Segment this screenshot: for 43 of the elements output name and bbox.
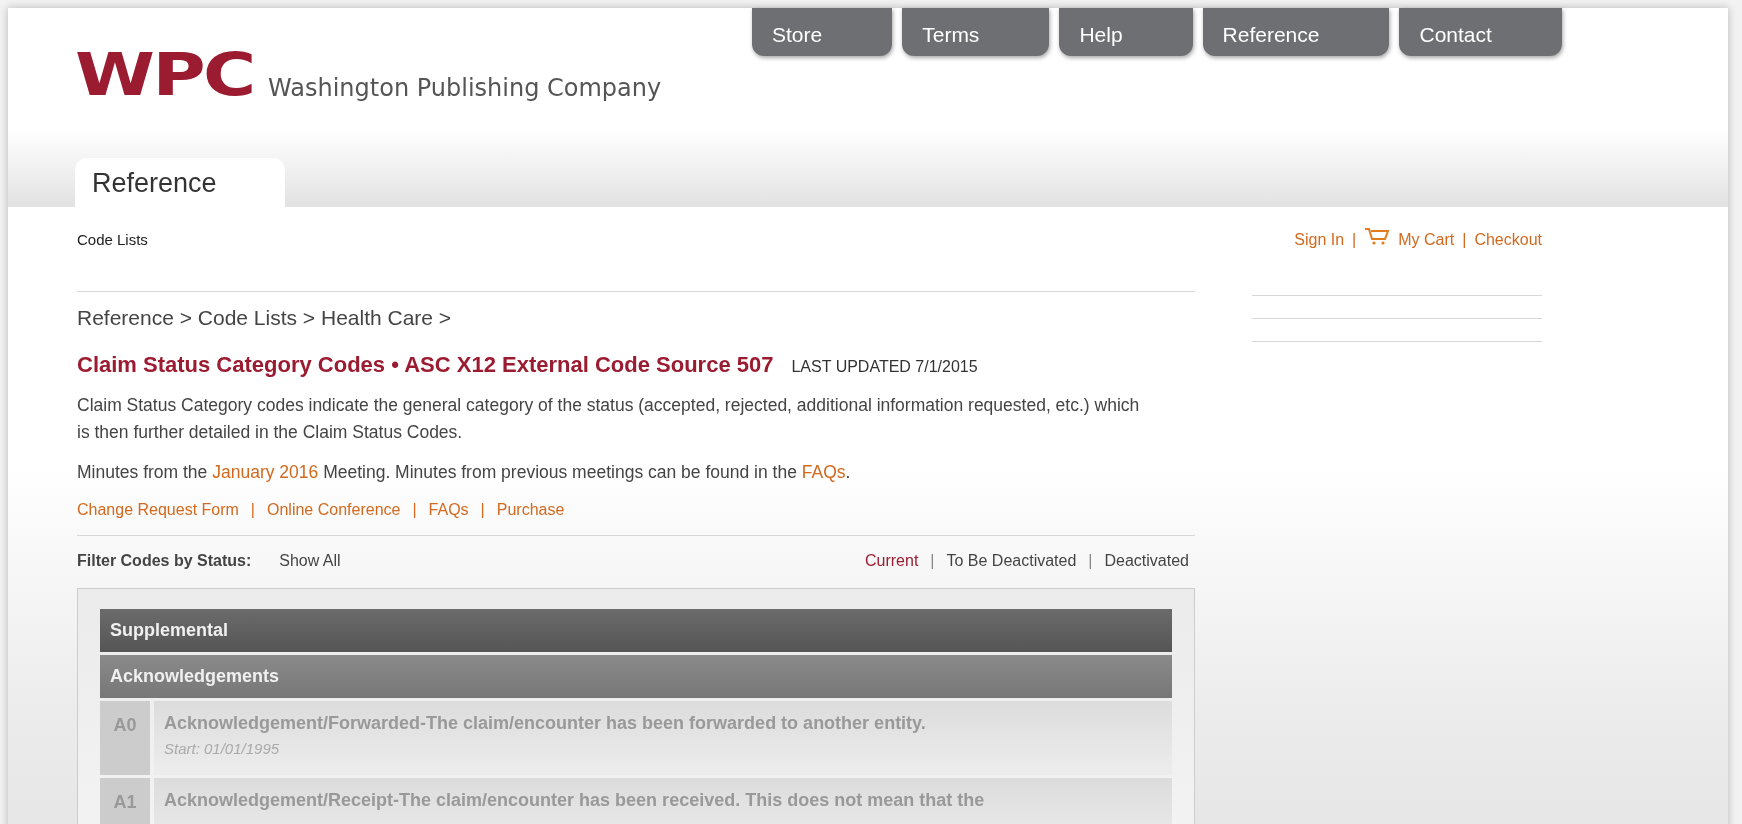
resource-link[interactable]: FAQs bbox=[428, 501, 469, 519]
separator: | bbox=[1088, 552, 1093, 570]
nav-tab[interactable]: Contact bbox=[1399, 8, 1562, 56]
group-header[interactable]: Supplemental bbox=[100, 609, 1172, 652]
status-filter-link[interactable]: Current bbox=[864, 552, 919, 570]
breadcrumb: Reference > Code Lists > Health Care > bbox=[77, 306, 453, 330]
nav-tab[interactable]: Help bbox=[1059, 8, 1193, 56]
minutes-link[interactable]: January 2016 bbox=[212, 462, 319, 482]
resource-link[interactable]: Online Conference bbox=[267, 501, 401, 519]
status-filter-link[interactable]: To Be Deactivated bbox=[946, 552, 1077, 570]
page-title: Claim Status Category Codes • ASC X12 External Code Source 507 bbox=[77, 352, 774, 378]
account-link[interactable]: My Cart bbox=[1398, 231, 1455, 249]
nav-tab[interactable]: Store bbox=[752, 8, 893, 56]
separator: | bbox=[1352, 231, 1357, 249]
show-all-link[interactable]: Show All bbox=[279, 552, 341, 570]
separator: | bbox=[1462, 231, 1467, 249]
separator: | bbox=[930, 552, 935, 570]
separator: | bbox=[412, 501, 417, 519]
logo-mark[interactable]: WPC bbox=[75, 46, 254, 104]
account-link[interactable]: Sign In bbox=[1294, 231, 1345, 249]
nav-tab[interactable]: Reference bbox=[1202, 8, 1390, 56]
subnav-link[interactable]: Code Lists bbox=[77, 207, 1195, 261]
account-link[interactable]: Checkout bbox=[1474, 231, 1542, 249]
section-tab[interactable]: Reference bbox=[75, 158, 285, 207]
code-description: Acknowledgement/Receipt-The claim/encounter has been received. This does not mean that the bbox=[164, 790, 986, 811]
minutes-text: Meeting. Minutes from previous meetings can be found in the bbox=[322, 462, 798, 482]
code-description: Acknowledgement/Forwarded-The claim/encounter has been forwarded to another entity. bbox=[164, 713, 927, 734]
filter-label: Filter Codes by Status: bbox=[77, 552, 252, 570]
status-filter-link[interactable]: Deactivated bbox=[1104, 552, 1189, 570]
description: Claim Status Category codes indicate the general category of the status (accepted, rejected, additional information requested, etc.) which is then further detailed in the Claim Status Codes. bbox=[77, 394, 1141, 444]
resource-link[interactable]: Change Request Form bbox=[77, 501, 239, 519]
resource-link[interactable]: Purchase bbox=[496, 501, 565, 519]
separator: | bbox=[480, 501, 485, 519]
separator: | bbox=[250, 501, 255, 519]
cart-icon bbox=[1364, 227, 1391, 245]
minutes-text: Minutes from the bbox=[77, 462, 209, 482]
nav-tab[interactable]: Terms bbox=[902, 8, 1050, 56]
group-header[interactable]: Acknowledgements bbox=[100, 655, 1172, 698]
company-name: Washington Publishing Company bbox=[268, 74, 662, 104]
start-date: Start: 01/01/1995 bbox=[164, 740, 281, 757]
minutes-text: . bbox=[845, 462, 851, 482]
last-updated: LAST UPDATED 7/1/2015 bbox=[791, 358, 978, 376]
minutes-link[interactable]: FAQs bbox=[801, 462, 846, 482]
